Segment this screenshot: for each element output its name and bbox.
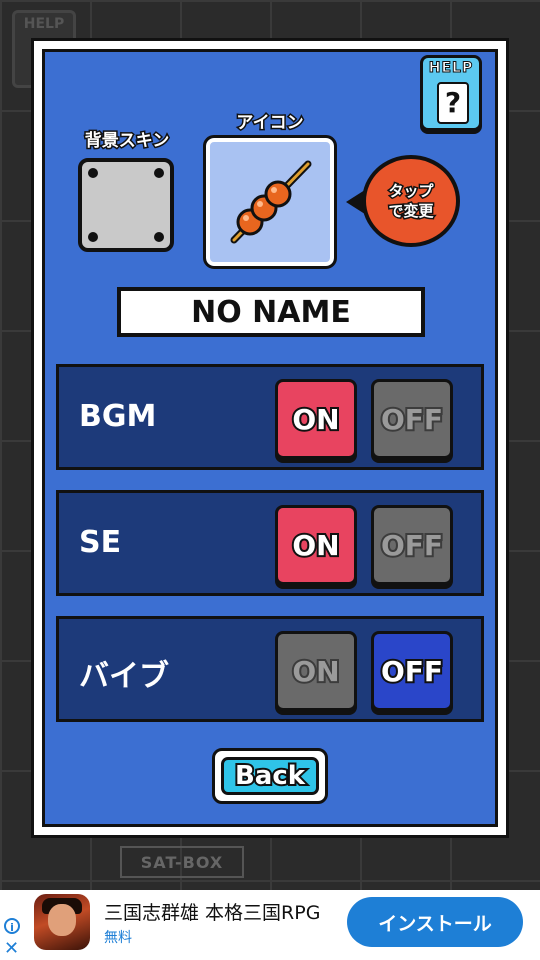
bgm-off-label: OFF [379, 401, 445, 438]
ad-icon-face [48, 904, 76, 936]
rivet-icon [154, 232, 164, 242]
rivet-icon [88, 168, 98, 178]
setting-label-vibration: バイブ [79, 659, 169, 694]
setting-label-bgm: BGM [79, 399, 157, 434]
background-skin-button[interactable] [78, 158, 174, 252]
ad-info-icon[interactable]: i [4, 918, 20, 934]
background-skin-label: 背景スキン [83, 130, 171, 153]
question-mark-icon: ? [437, 82, 469, 124]
vibration-on-label: ON [290, 653, 341, 690]
vibration-off-button[interactable]: OFF [371, 631, 453, 711]
rivet-icon [154, 168, 164, 178]
setting-row-se: SE ON OFF [56, 490, 484, 596]
tap-hint-line1: タップ [387, 181, 435, 202]
setting-label-se: SE [79, 525, 122, 560]
icon-select-button[interactable] [203, 135, 337, 269]
bgm-on-label: ON [290, 401, 341, 438]
background-help-label: HELP [23, 16, 65, 32]
install-button[interactable]: インストール [347, 897, 523, 947]
rivet-icon [88, 232, 98, 242]
se-off-button[interactable]: OFF [371, 505, 453, 585]
bgm-on-button[interactable]: ON [275, 379, 357, 459]
se-on-button[interactable]: ON [275, 505, 357, 585]
back-button[interactable]: Back [212, 748, 328, 804]
bgm-off-button[interactable]: OFF [371, 379, 453, 459]
background-sat-box-label: SAT-BOX [120, 846, 244, 878]
tap-hint-line2: で変更 [387, 201, 435, 222]
player-name-field[interactable]: NO NAME [117, 287, 425, 337]
ad-title[interactable]: 三国志群雄 本格三国RPG [104, 898, 320, 925]
back-button-label: Back [233, 759, 307, 793]
se-off-label: OFF [379, 527, 445, 564]
help-button[interactable]: HELP ? [420, 55, 482, 131]
vibration-on-button[interactable]: ON [275, 631, 357, 711]
setting-row-bgm: BGM ON OFF [56, 364, 484, 470]
help-button-label: HELP [428, 60, 474, 77]
icon-label: アイコン [235, 112, 305, 135]
tap-to-change-bubble: タップ で変更 [362, 155, 460, 247]
vibration-off-label: OFF [379, 653, 445, 690]
ad-close-icon[interactable]: ✕ [4, 938, 19, 959]
back-button-face: Back [221, 757, 319, 795]
se-on-label: ON [290, 527, 341, 564]
ad-app-icon[interactable] [34, 894, 90, 950]
ad-price-label: 無料 [104, 930, 132, 946]
setting-row-vibration: バイブ ON OFF [56, 616, 484, 722]
dango-skewer-icon [230, 160, 312, 244]
